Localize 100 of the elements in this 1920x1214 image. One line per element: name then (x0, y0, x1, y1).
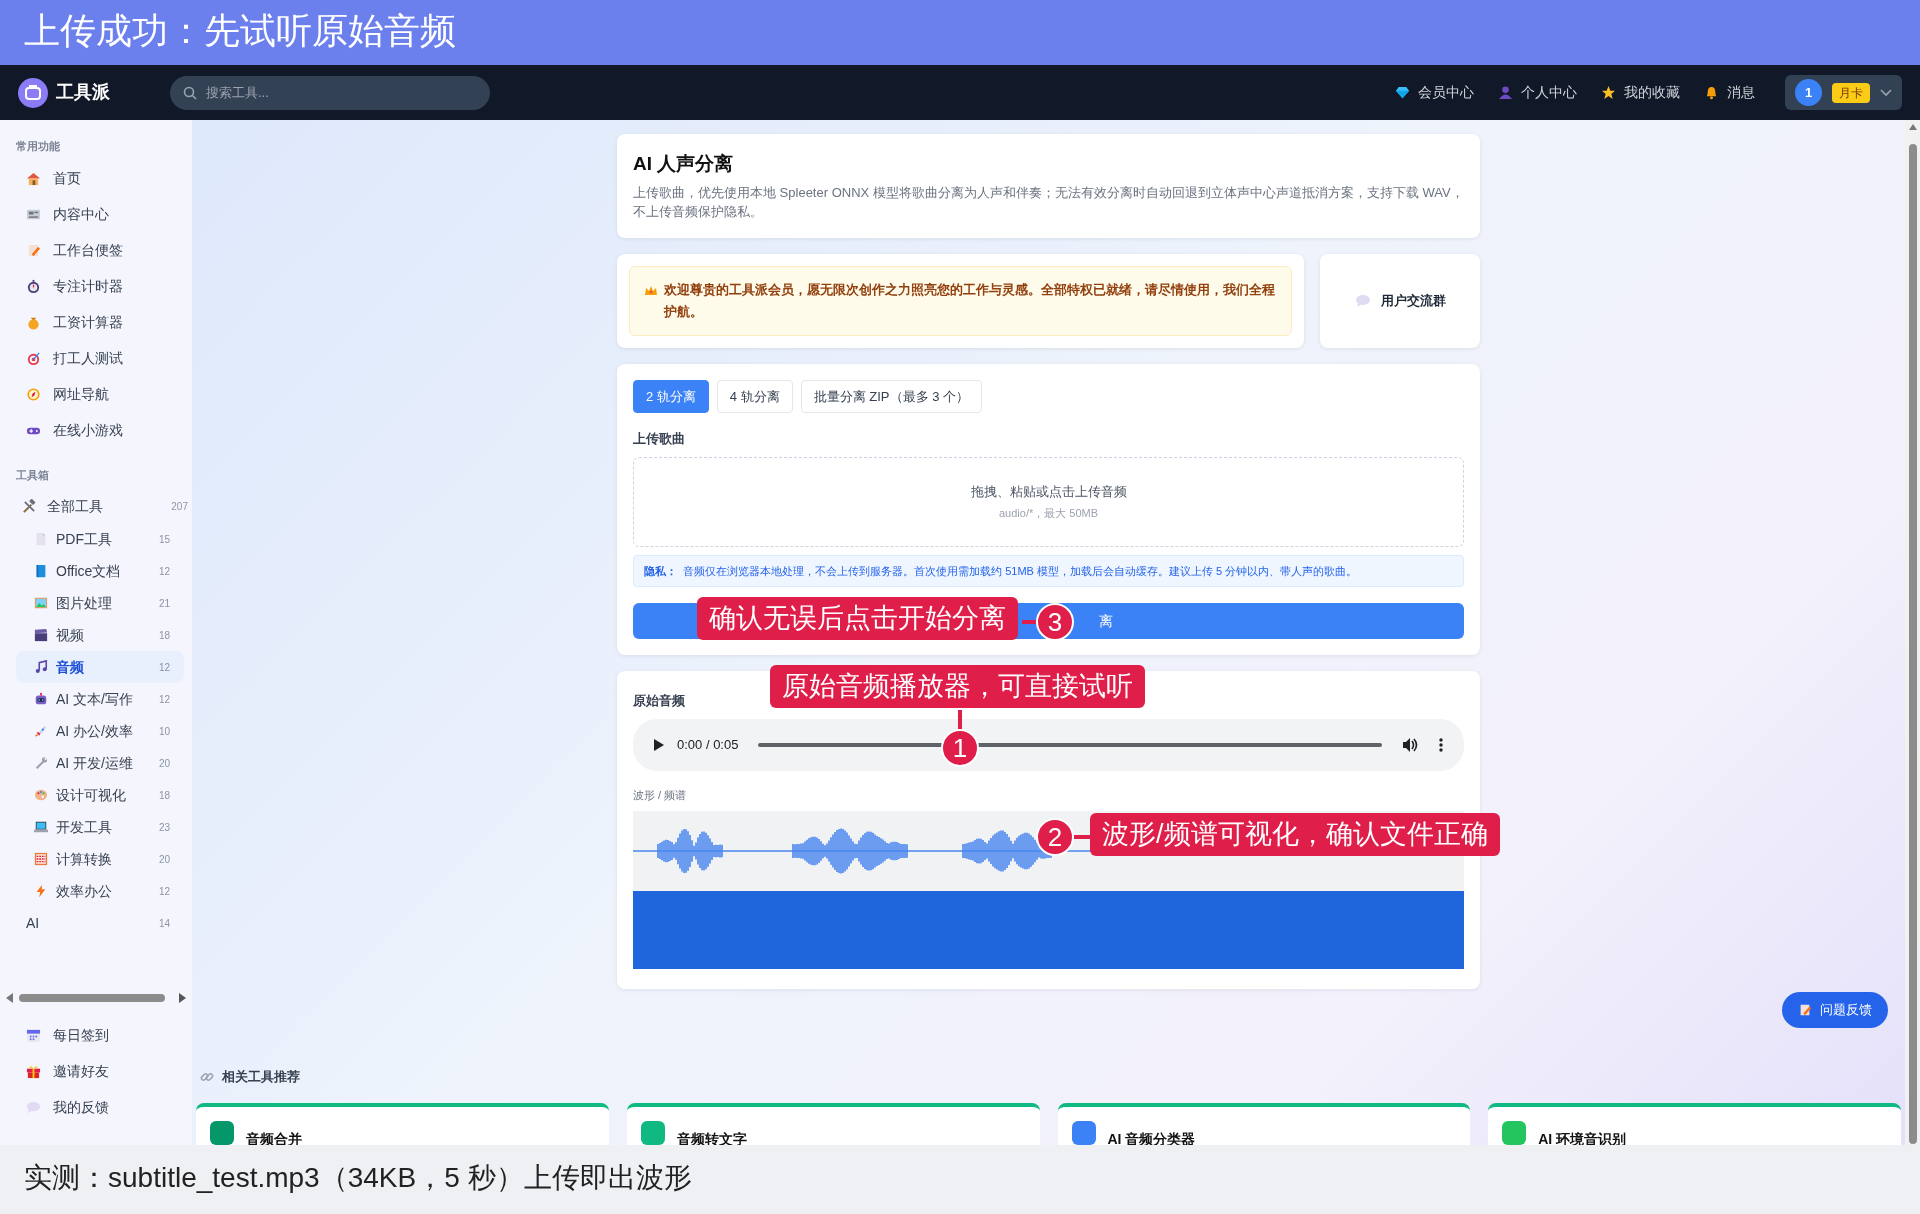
tab[interactable]: 批量分离 ZIP（最多 3 个） (800, 379, 982, 414)
document-icon (34, 532, 48, 546)
avatar: 1 (1795, 79, 1822, 106)
sidebar-item[interactable]: 工资计算器 (0, 304, 192, 341)
wrench-icon (34, 756, 48, 770)
item-count: 207 (171, 499, 188, 514)
gift-icon (26, 1063, 41, 1079)
sidebar-item[interactable]: 每日签到 (0, 1017, 192, 1053)
item-label: 音频 (56, 657, 84, 677)
scroll-up-icon[interactable] (1908, 124, 1917, 130)
section-title: 相关工具推荐 (222, 1068, 300, 1087)
item-label: 效率办公 (56, 881, 112, 901)
nav-link[interactable]: 会员中心 (1395, 82, 1474, 103)
leader-line-tooltip (958, 710, 962, 730)
sidebar-item[interactable]: 视频 18 (16, 619, 184, 651)
dropzone-prompt: 拖拽、粘贴或点击上传音频 (970, 482, 1127, 501)
callout-tooltip: 波形/频谱可视化，确认文件正确 (1090, 813, 1500, 857)
search-field[interactable]: 搜索工具... (170, 75, 490, 110)
item-label: AI 办公/效率 (56, 721, 133, 741)
more-icon[interactable] (1438, 736, 1444, 753)
item-label: AI 文本/写作 (56, 689, 133, 709)
item-count: 18 (158, 628, 170, 643)
item-label: 计算转换 (56, 849, 112, 869)
sidebar-item[interactable]: Office文档 12 (16, 555, 184, 587)
feedback-button[interactable]: 问题反馈 (1782, 992, 1888, 1028)
nav-link[interactable]: 消息 (1704, 82, 1755, 103)
sidebar-item[interactable]: 效率办公 12 (16, 875, 184, 907)
abacus-icon (34, 852, 48, 866)
chevron-down-icon (1880, 88, 1892, 97)
sidebar-item[interactable]: AI 办公/效率 10 (16, 715, 184, 747)
logo-icon (18, 77, 48, 108)
caption-text: 实测：subtitle_test.mp3（34KB，5 秒）上传即出波形 (0, 1145, 1920, 1214)
section-heading: 常用功能 (15, 139, 61, 154)
item-count: 10 (158, 724, 170, 739)
newspaper-icon (26, 207, 41, 222)
callout-tooltip: 确认无误后点击开始分离 (697, 597, 1018, 641)
item-count: 21 (158, 596, 170, 611)
sidebar-item[interactable]: AI 14 (16, 907, 184, 939)
person-icon (1498, 85, 1513, 100)
sidebar-item[interactable]: 开发工具 23 (16, 811, 184, 843)
house-icon (26, 171, 41, 186)
item-count: 12 (158, 884, 170, 899)
sidebar-item[interactable]: PDF工具 15 (16, 523, 184, 555)
dropzone-hint: audio/*，最大 50MB (998, 506, 1098, 522)
nav-link[interactable]: 我的收藏 (1601, 82, 1680, 103)
memo-icon (26, 243, 41, 258)
sidebar-item[interactable]: AI 开发/运维 20 (16, 747, 184, 779)
tab[interactable]: 2 轨分离 (633, 379, 709, 414)
leader-line-tooltip (1022, 620, 1036, 624)
item-label: AI (26, 913, 40, 933)
field-label: 上传歌曲 (633, 430, 686, 449)
sidebar-item[interactable]: AI 文本/写作 12 (16, 683, 184, 715)
calendar-icon (26, 1027, 41, 1043)
scroll-right-icon[interactable] (179, 993, 186, 1003)
lightning-icon (34, 884, 48, 898)
sidebar-item[interactable]: 邀请好友 (0, 1053, 192, 1089)
music-note-icon (34, 660, 48, 674)
image-icon (34, 596, 48, 610)
sidebar-item[interactable]: 专注计时器 (0, 268, 192, 305)
stopwatch-icon (26, 279, 41, 294)
volume-icon[interactable] (1402, 736, 1418, 753)
nav-link[interactable]: 个人中心 (1498, 82, 1577, 103)
sidebar-item[interactable]: 网址导航 (0, 376, 192, 413)
sidebar-item[interactable]: 音频 12 (16, 651, 184, 683)
item-count: 12 (158, 692, 170, 707)
item-count: 23 (158, 820, 170, 835)
tab[interactable]: 4 轨分离 (716, 379, 793, 414)
palette-icon (34, 788, 48, 802)
sidebar-item[interactable]: 计算转换 20 (16, 843, 184, 875)
tool-title: AI 人声分离 (633, 152, 735, 176)
sidebar-item[interactable]: 我的反馈 (0, 1089, 192, 1125)
vertical-scrollbar[interactable] (1905, 120, 1920, 1145)
item-label: 视频 (56, 625, 84, 645)
laptop-icon (34, 820, 48, 834)
sidebar-item[interactable]: 首页 (0, 160, 192, 197)
sidebar-item[interactable]: 打工人测试 (0, 340, 192, 377)
item-label: 开发工具 (56, 817, 112, 837)
scroll-left-icon[interactable] (6, 993, 13, 1003)
upload-dropzone[interactable]: 拖拽、粘贴或点击上传音频 audio/*，最大 50MB (633, 456, 1464, 547)
bell-icon (1704, 85, 1719, 100)
section-label: 原始音频 (633, 692, 685, 711)
sidebar-item[interactable]: 设计可视化 18 (16, 779, 184, 811)
sidebar-item[interactable]: 内容中心 (0, 196, 192, 233)
item-label: 图片处理 (56, 593, 112, 613)
tool-description: 上传歌曲，优先使用本地 Spleeter ONNX 模型将歌曲分离为人声和伴奏；无法有效分离时自动回退到立体声中心声道抵消方案，支持下载 WAV，不上传音频保护隐私。 (633, 183, 1464, 221)
item-count: 14 (158, 916, 170, 931)
memo-icon (1798, 1003, 1812, 1017)
sidebar-item[interactable]: 图片处理 21 (16, 587, 184, 619)
sidebar-item[interactable]: 在线小游戏 (0, 412, 192, 449)
user-menu[interactable]: 1 月卡 (1785, 75, 1902, 110)
compass-icon (26, 387, 41, 402)
sidebar-item[interactable]: 工作台便签 (0, 232, 192, 269)
sidebar-item[interactable]: 全部工具 207 (0, 489, 192, 523)
rocket-icon (34, 724, 48, 738)
robot-icon (34, 692, 48, 706)
caption-text: 上传成功：先试听原始音频 (0, 0, 1920, 65)
app-name: 工具派 (56, 81, 110, 104)
welcome-text: 欢迎尊贵的工具派会员，愿无限次创作之力照亮您的工作与灵感。全部特权已就绪，请尽情使用，我们全程护航。 (664, 280, 1276, 321)
play-icon[interactable] (653, 737, 665, 752)
speech-bubble-icon (1354, 292, 1371, 309)
